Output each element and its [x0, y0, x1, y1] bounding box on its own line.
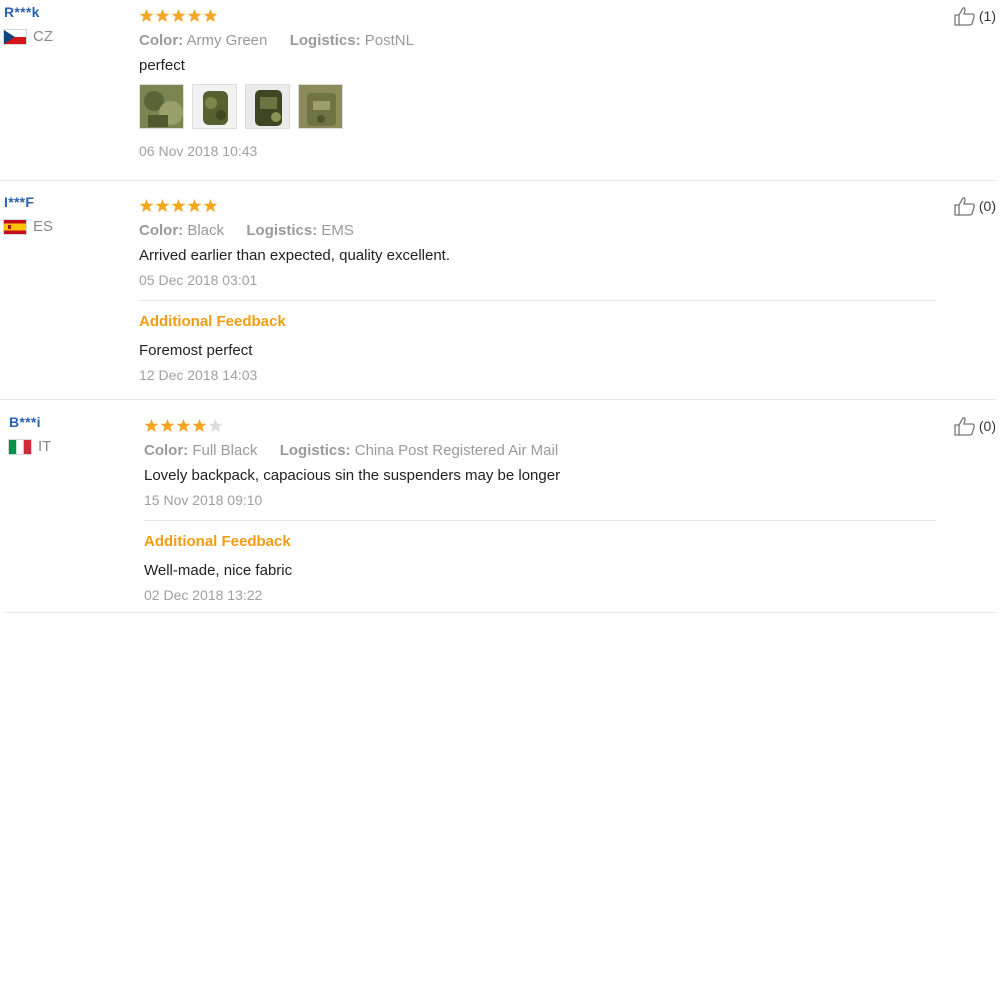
reviewer-country: IT: [9, 438, 119, 455]
flag-spain-icon: [4, 219, 26, 234]
review-photo-2[interactable]: [192, 84, 237, 129]
star-icon: [160, 418, 175, 433]
reviewer-country: CZ: [4, 28, 114, 45]
star-icon: [203, 198, 218, 213]
additional-feedback-text: Foremost perfect: [139, 342, 253, 359]
star-icon: [192, 418, 207, 433]
reviewer-info: I***F ES: [4, 194, 114, 235]
color-label: Color:: [144, 442, 189, 459]
rating-stars: [139, 194, 936, 216]
additional-feedback: Additional Feedback Foremost perfect 12 …: [139, 300, 936, 383]
country-code: IT: [38, 438, 52, 455]
review-text: Arrived earlier than expected, quality e…: [139, 247, 451, 264]
review-meta: Color: Black Logistics: EMS: [139, 222, 936, 239]
logistics-label: Logistics:: [289, 32, 361, 49]
like-count: (0): [978, 198, 996, 214]
logistics-label: Logistics:: [279, 442, 351, 459]
additional-feedback-title: Additional Feedback: [139, 313, 286, 330]
review-body: Color: Black Logistics: EMS Arrived earl…: [139, 190, 936, 383]
reviewer-info: B***i IT: [9, 414, 119, 455]
thumbs-up-icon: [954, 7, 975, 26]
star-icon: [187, 8, 202, 23]
country-code: CZ: [33, 28, 53, 45]
review-item: I***F ES Color: Black Logistics: EMS Arr…: [0, 190, 996, 400]
reviewer-info: R***k CZ: [4, 4, 114, 45]
like-button[interactable]: (1): [954, 6, 996, 26]
review-date: 15 Nov 2018 09:10: [144, 492, 263, 508]
review-meta: Color: Full Black Logistics: China Post …: [144, 442, 936, 459]
star-icon: [144, 418, 159, 433]
review-body: Color: Full Black Logistics: China Post …: [144, 410, 936, 603]
review-photo-4[interactable]: [298, 84, 343, 129]
color-value: Full Black: [192, 442, 258, 459]
review-item: R***k CZ Color: Army Green Logistics: Po…: [0, 0, 996, 181]
review-text: perfect: [139, 57, 185, 74]
color-label: Color:: [139, 32, 184, 49]
additional-feedback-date: 12 Dec 2018 14:03: [139, 367, 258, 383]
review-photos: [139, 84, 936, 129]
reviewer-name[interactable]: R***k: [4, 4, 114, 20]
additional-feedback-title: Additional Feedback: [144, 533, 291, 550]
additional-feedback: Additional Feedback Well-made, nice fabr…: [144, 520, 936, 603]
logistics-label: Logistics:: [246, 222, 318, 239]
reviewer-name[interactable]: B***i: [9, 414, 119, 430]
like-button[interactable]: (0): [954, 196, 996, 216]
thumbs-up-icon: [954, 197, 975, 216]
like-count: (1): [978, 8, 996, 24]
rating-stars: [139, 4, 936, 26]
color-value: Black: [187, 222, 225, 239]
flag-italy-icon: [9, 439, 31, 454]
review-text: Lovely backpack, capacious sin the suspe…: [144, 467, 561, 484]
like-count: (0): [978, 418, 996, 434]
country-code: ES: [33, 218, 54, 235]
star-icon: [155, 8, 170, 23]
thumbs-up-icon: [954, 417, 975, 436]
rating-stars: [144, 414, 936, 436]
flag-czech-icon: [4, 29, 26, 44]
star-icon: [176, 418, 191, 433]
review-date: 05 Dec 2018 03:01: [139, 272, 258, 288]
logistics-value: China Post Registered Air Mail: [354, 442, 559, 459]
star-icon: [171, 8, 186, 23]
reviewer-country: ES: [4, 218, 114, 235]
review-body: Color: Army Green Logistics: PostNL perf…: [139, 0, 936, 159]
like-button[interactable]: (0): [954, 416, 996, 436]
reviewer-name[interactable]: I***F: [4, 194, 114, 210]
star-icon: [155, 198, 170, 213]
star-icon: [139, 8, 154, 23]
additional-feedback-text: Well-made, nice fabric: [144, 562, 293, 579]
review-photo-3[interactable]: [245, 84, 290, 129]
logistics-value: PostNL: [364, 32, 414, 49]
star-icon: [203, 8, 218, 23]
logistics-value: EMS: [321, 222, 354, 239]
review-meta: Color: Army Green Logistics: PostNL: [139, 32, 936, 49]
star-icon: [187, 198, 202, 213]
additional-feedback-date: 02 Dec 2018 13:22: [144, 587, 263, 603]
review-photo-1[interactable]: [139, 84, 184, 129]
star-icon: [171, 198, 186, 213]
color-value: Army Green: [186, 32, 268, 49]
star-icon: [139, 198, 154, 213]
review-item: B***i IT Color: Full Black Logistics: Ch…: [5, 410, 996, 613]
star-icon: [208, 418, 223, 433]
color-label: Color:: [139, 222, 184, 239]
review-date: 06 Nov 2018 10:43: [139, 143, 258, 159]
